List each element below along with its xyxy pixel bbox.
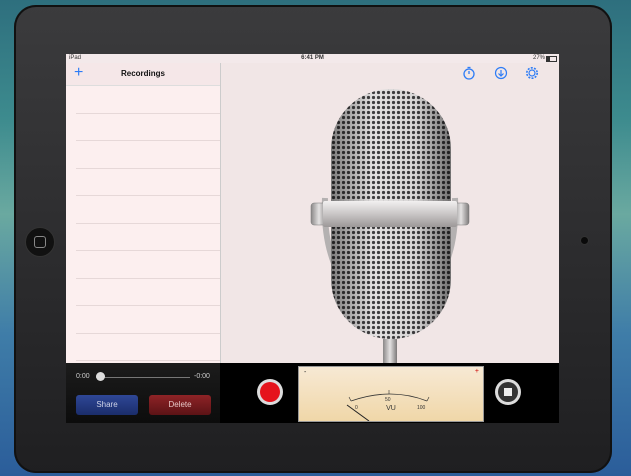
list-item[interactable] bbox=[76, 86, 220, 114]
toolbar bbox=[221, 63, 559, 85]
home-button[interactable] bbox=[25, 227, 55, 257]
status-bar: iPad 6:41 PM 27% bbox=[66, 54, 559, 63]
recordings-nav-bar: + Recordings bbox=[66, 63, 220, 86]
recordings-list bbox=[76, 86, 220, 361]
microphone-view bbox=[221, 63, 559, 363]
delete-button[interactable]: Delete bbox=[149, 395, 211, 415]
recordings-panel: + Recordings bbox=[66, 63, 221, 363]
stop-button[interactable] bbox=[495, 379, 521, 405]
list-item[interactable] bbox=[76, 141, 220, 169]
clock: 6:41 PM bbox=[301, 55, 324, 61]
list-item[interactable] bbox=[76, 334, 220, 361]
timer-icon[interactable] bbox=[462, 66, 476, 80]
battery-icon bbox=[546, 56, 557, 62]
vu-label: VU bbox=[386, 405, 396, 412]
list-item[interactable] bbox=[76, 306, 220, 334]
share-button[interactable]: Share bbox=[76, 395, 138, 415]
recordings-title: Recordings bbox=[120, 69, 165, 78]
ipad-screen: iPad 6:41 PM 27% + Recordings 0:00 -0:00… bbox=[66, 54, 559, 423]
list-item[interactable] bbox=[76, 114, 220, 141]
list-item[interactable] bbox=[76, 251, 220, 279]
list-item[interactable] bbox=[76, 169, 220, 196]
battery-percent: 27% bbox=[532, 55, 545, 61]
settings-gear-icon[interactable] bbox=[525, 66, 539, 80]
microphone-illustration bbox=[310, 89, 470, 363]
front-camera bbox=[580, 236, 589, 245]
record-controls: - + 0 50 100 VU bbox=[221, 363, 559, 423]
elapsed-time: 0:00 bbox=[76, 373, 90, 380]
list-item[interactable] bbox=[76, 196, 220, 224]
list-item[interactable] bbox=[76, 224, 220, 251]
playback-panel: 0:00 -0:00 Share Delete bbox=[66, 363, 220, 423]
remaining-time: -0:00 bbox=[194, 373, 210, 380]
list-item[interactable] bbox=[76, 279, 220, 306]
scrub-knob[interactable] bbox=[96, 372, 105, 381]
scrub-track[interactable] bbox=[96, 377, 190, 378]
vu-meter: - + 0 50 100 VU bbox=[298, 366, 484, 422]
record-button[interactable] bbox=[257, 379, 283, 405]
vu-tick-50: 50 bbox=[385, 397, 391, 403]
vu-scale: 0 50 100 bbox=[346, 390, 430, 421]
download-icon[interactable] bbox=[494, 66, 508, 80]
